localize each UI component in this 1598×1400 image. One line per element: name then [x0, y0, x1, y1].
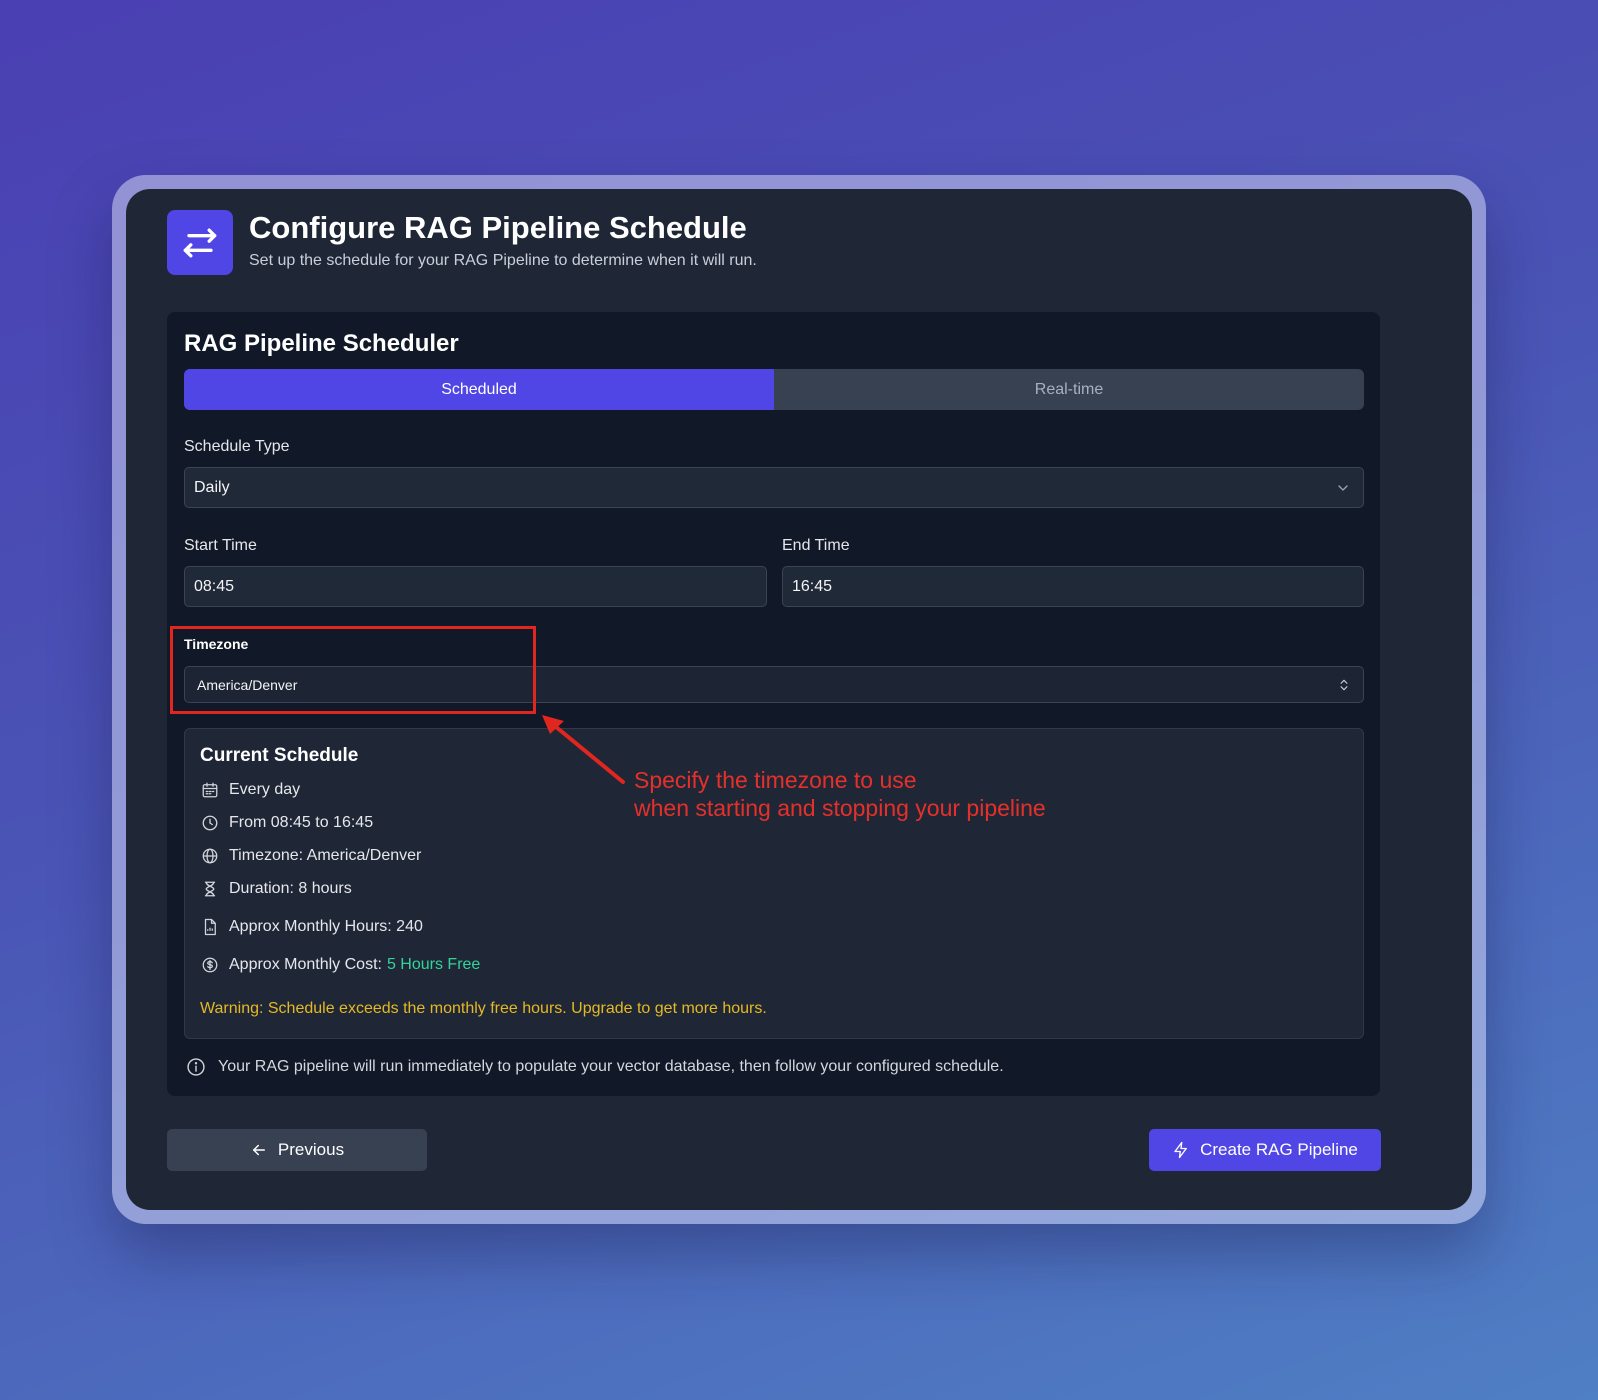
timezone-highlight-box: [170, 626, 536, 714]
tab-real-time[interactable]: Real-time: [774, 369, 1364, 410]
page-subtitle: Set up the schedule for your RAG Pipelin…: [249, 252, 757, 269]
end-time-input[interactable]: 16:45: [782, 566, 1364, 607]
annotation-text: Specify the timezone to use when startin…: [634, 766, 1046, 822]
warning-message: Warning: Schedule exceeds the monthly fr…: [200, 1000, 767, 1017]
scheduler-title: RAG Pipeline Scheduler: [184, 330, 459, 357]
schedule-time-range-row: From 08:45 to 16:45: [200, 813, 373, 833]
info-note: Your RAG pipeline will run immediately t…: [186, 1057, 1004, 1077]
end-time-value: 16:45: [792, 577, 833, 595]
previous-button[interactable]: Previous: [167, 1129, 427, 1171]
arrows-swap-icon: [167, 210, 233, 275]
annotation-arrow-icon: [542, 715, 625, 784]
start-time-input[interactable]: 08:45: [184, 566, 767, 607]
globe-icon: [200, 846, 220, 866]
schedule-duration-row: Duration: 8 hours: [200, 879, 352, 899]
clock-icon: [200, 813, 220, 833]
lightning-icon: [1172, 1141, 1190, 1159]
schedule-frequency-row: Every day: [200, 780, 300, 800]
schedule-monthly-hours-row: Approx Monthly Hours: 240: [200, 917, 423, 937]
current-schedule-title: Current Schedule: [200, 745, 359, 766]
chevron-up-down-icon: [1340, 679, 1348, 690]
cost-free-value: 5 Hours Free: [386, 956, 481, 973]
annotation-line-2: when starting and stopping your pipeline: [634, 795, 1046, 821]
mode-tabs: Scheduled Real-time: [184, 369, 1364, 410]
calendar-icon: [200, 780, 220, 800]
schedule-timezone-row: Timezone: America/Denver: [200, 846, 421, 866]
create-rag-pipeline-button[interactable]: Create RAG Pipeline: [1149, 1129, 1381, 1171]
schedule-monthly-cost-row: Approx Monthly Cost: 5 Hours Free: [200, 955, 480, 975]
schedule-type-select[interactable]: Daily: [184, 467, 1364, 508]
hourglass-icon: [200, 879, 220, 899]
chevron-down-icon: [1338, 484, 1348, 491]
arrow-left-icon: [250, 1141, 268, 1159]
tab-scheduled[interactable]: Scheduled: [184, 369, 774, 410]
start-time-label: Start Time: [184, 537, 257, 554]
annotation-line-1: Specify the timezone to use: [634, 767, 917, 793]
info-icon: [186, 1057, 206, 1077]
document-icon: [200, 917, 220, 937]
start-time-value: 08:45: [194, 577, 235, 595]
page-title: Configure RAG Pipeline Schedule: [249, 210, 747, 245]
schedule-type-label: Schedule Type: [184, 438, 290, 455]
dollar-circle-icon: [200, 955, 220, 975]
end-time-label: End Time: [782, 537, 850, 554]
schedule-type-value: Daily: [194, 478, 230, 496]
